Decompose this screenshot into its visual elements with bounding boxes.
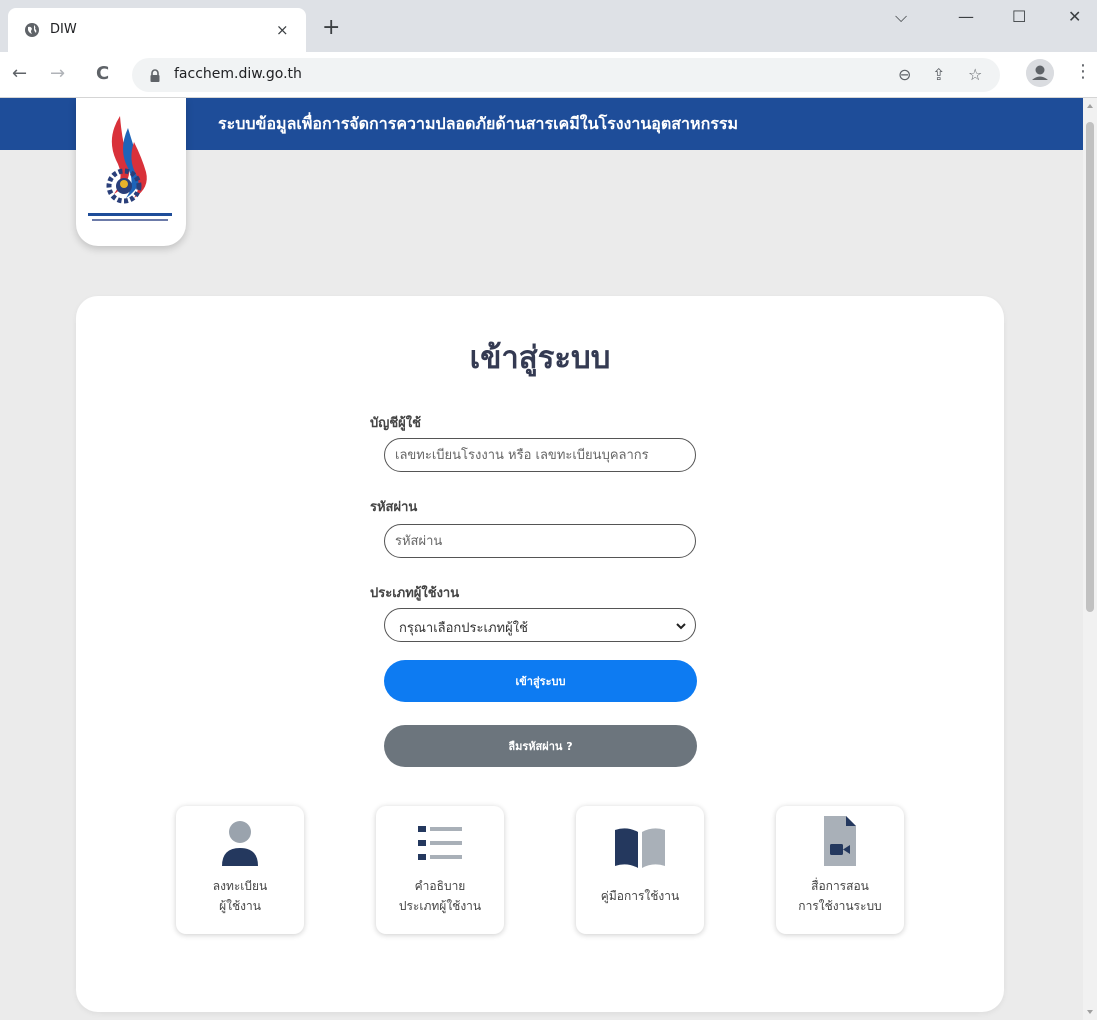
browser-menu-icon[interactable]: ⋮ <box>1074 62 1092 82</box>
back-icon[interactable]: ← <box>12 64 27 84</box>
forgot-password-button[interactable]: ลืมรหัสผ่าน ? <box>384 725 697 767</box>
user-type-label: ประเภทผู้ใช้งาน <box>370 586 460 601</box>
share-icon[interactable]: ⇪ <box>932 65 945 84</box>
system-title: ระบบข้อมูลเพื่อการจัดการความปลอดภัยด้านส… <box>218 114 738 133</box>
tab-title: DIW <box>50 22 77 37</box>
password-input[interactable] <box>384 524 696 558</box>
profile-avatar-icon[interactable] <box>1026 59 1054 87</box>
scroll-thumb[interactable] <box>1086 122 1094 612</box>
book-icon <box>615 828 665 868</box>
page-viewport: ระบบข้อมูลเพื่อการจัดการความปลอดภัยด้านส… <box>0 98 1083 1020</box>
new-tab-icon[interactable]: + <box>322 17 340 39</box>
login-card: เข้าสู่ระบบ บัญชีผู้ใช้ รหัสผ่าน ประเภทผ… <box>76 296 1004 1012</box>
browser-tab-bar: DIW × + ⌵ — ☐ ✕ <box>0 0 1097 52</box>
logo-card[interactable] <box>76 98 186 246</box>
minimize-icon[interactable]: — <box>958 5 974 29</box>
chevron-down-icon <box>676 623 686 630</box>
username-input[interactable] <box>384 438 696 472</box>
user-manual-label: คู่มือการใช้งาน <box>600 889 680 903</box>
scroll-down-arrow-icon[interactable] <box>1087 1010 1093 1014</box>
tab-search-chevron-icon[interactable]: ⌵ <box>895 5 907 29</box>
password-label: รหัสผ่าน <box>370 500 418 515</box>
url-text[interactable]: facchem.diw.go.th <box>174 66 302 82</box>
user-type-select[interactable]: กรุณาเลือกประเภทผู้ใช้ <box>384 608 696 642</box>
tutorial-media-tile[interactable]: สื่อการสอน การใช้งานระบบ <box>776 806 904 934</box>
browser-toolbar: ← → C facchem.diw.go.th ⊖ ⇪ ☆ <box>0 52 1097 98</box>
maximize-icon[interactable]: ☐ <box>1012 5 1026 29</box>
user-manual-tile[interactable]: คู่มือการใช้งาน <box>576 806 704 934</box>
tab-close-icon[interactable]: × <box>276 21 289 39</box>
user-type-selected: กรุณาเลือกประเภทผู้ใช้ <box>399 621 528 636</box>
bookmark-star-icon[interactable]: ☆ <box>968 65 982 84</box>
lock-icon <box>150 69 160 82</box>
video-file-icon <box>824 816 856 866</box>
login-title: เข้าสู่ระบบ <box>469 340 611 376</box>
user-type-description-line1: คำอธิบาย <box>414 879 466 893</box>
login-button[interactable]: เข้าสู่ระบบ <box>384 660 697 702</box>
register-tile-line1: ลงทะเบียน <box>212 879 268 893</box>
zoom-icon[interactable]: ⊖ <box>898 65 911 84</box>
user-type-description-tile[interactable]: คำอธิบาย ประเภทผู้ใช้งาน <box>376 806 504 934</box>
scroll-up-arrow-icon[interactable] <box>1087 104 1093 108</box>
diw-logo-icon <box>88 116 172 221</box>
close-window-icon[interactable]: ✕ <box>1068 5 1081 29</box>
register-tile-line2: ผู้ใช้งาน <box>219 899 261 913</box>
username-label: บัญชีผู้ใช้ <box>370 416 421 431</box>
tutorial-media-line2: การใช้งานระบบ <box>798 899 882 913</box>
browser-tab[interactable]: DIW × <box>8 8 306 52</box>
reload-icon[interactable]: C <box>96 64 109 84</box>
globe-icon <box>25 23 39 37</box>
page-scrollbar[interactable] <box>1083 98 1097 1020</box>
forward-icon[interactable]: → <box>50 64 65 84</box>
address-bar[interactable]: facchem.diw.go.th ⊖ ⇪ ☆ <box>132 58 1000 92</box>
register-tile[interactable]: ลงทะเบียน ผู้ใช้งาน <box>176 806 304 934</box>
user-type-description-line2: ประเภทผู้ใช้งาน <box>398 899 482 913</box>
tutorial-media-line1: สื่อการสอน <box>811 879 869 893</box>
list-icon <box>418 826 462 860</box>
user-icon <box>222 821 258 866</box>
